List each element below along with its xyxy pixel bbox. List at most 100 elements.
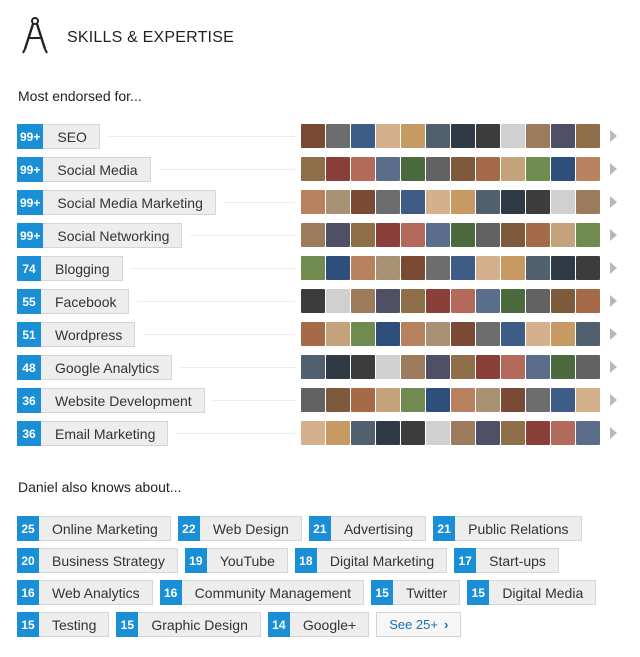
skill-pill[interactable]: 55 Facebook bbox=[17, 289, 130, 314]
endorser-avatar[interactable] bbox=[351, 289, 375, 313]
endorser-avatar[interactable] bbox=[401, 256, 425, 280]
endorser-avatar[interactable] bbox=[401, 289, 425, 313]
endorser-avatar[interactable] bbox=[526, 190, 550, 214]
endorser-avatar[interactable] bbox=[376, 355, 400, 379]
endorser-avatar[interactable] bbox=[326, 223, 350, 247]
endorser-avatar[interactable] bbox=[551, 256, 575, 280]
endorser-avatar[interactable] bbox=[451, 421, 475, 445]
endorser-avatar[interactable] bbox=[451, 256, 475, 280]
endorser-avatar[interactable] bbox=[526, 322, 550, 346]
skill-tag[interactable]: 21 Advertising bbox=[308, 516, 427, 541]
endorser-avatar[interactable] bbox=[376, 388, 400, 412]
endorser-avatar[interactable] bbox=[376, 421, 400, 445]
endorser-avatar[interactable] bbox=[326, 256, 350, 280]
endorser-avatar[interactable] bbox=[476, 190, 500, 214]
skill-tag[interactable]: 16 Community Management bbox=[159, 580, 365, 605]
endorser-avatar[interactable] bbox=[426, 388, 450, 412]
skill-tag[interactable]: 25 Online Marketing bbox=[17, 516, 171, 541]
skill-pill[interactable]: 99+ Social Media bbox=[17, 157, 151, 182]
endorser-avatar[interactable] bbox=[501, 388, 525, 412]
endorser-avatar[interactable] bbox=[476, 223, 500, 247]
endorser-avatar[interactable] bbox=[301, 289, 325, 313]
endorser-avatar[interactable] bbox=[351, 124, 375, 148]
endorser-avatar[interactable] bbox=[301, 322, 325, 346]
skill-pill[interactable]: 99+ Social Media Marketing bbox=[17, 190, 216, 215]
skill-pill[interactable]: 36 Email Marketing bbox=[17, 421, 169, 446]
endorser-avatar[interactable] bbox=[526, 124, 550, 148]
endorser-avatar[interactable] bbox=[401, 190, 425, 214]
endorser-avatar[interactable] bbox=[351, 157, 375, 181]
endorser-avatar[interactable] bbox=[401, 322, 425, 346]
endorser-avatar[interactable] bbox=[401, 355, 425, 379]
endorser-avatar[interactable] bbox=[326, 124, 350, 148]
endorser-avatar[interactable] bbox=[526, 421, 550, 445]
expand-arrow-icon[interactable] bbox=[610, 262, 617, 274]
endorser-avatar[interactable] bbox=[576, 421, 600, 445]
endorser-avatar[interactable] bbox=[476, 256, 500, 280]
skill-pill[interactable]: 99+ SEO bbox=[17, 124, 100, 149]
endorser-avatar[interactable] bbox=[376, 256, 400, 280]
endorser-avatar[interactable] bbox=[426, 124, 450, 148]
skill-pill[interactable]: 51 Wordpress bbox=[17, 322, 136, 347]
endorser-avatar[interactable] bbox=[501, 157, 525, 181]
skill-tag[interactable]: 22 Web Design bbox=[177, 516, 302, 541]
endorser-avatar[interactable] bbox=[501, 355, 525, 379]
skill-tag[interactable]: 16 Web Analytics bbox=[17, 580, 153, 605]
endorser-avatar[interactable] bbox=[501, 421, 525, 445]
endorser-avatar[interactable] bbox=[476, 388, 500, 412]
expand-arrow-icon[interactable] bbox=[610, 295, 617, 307]
skill-tag[interactable]: 20 Business Strategy bbox=[17, 548, 178, 573]
endorser-avatar[interactable] bbox=[351, 190, 375, 214]
endorser-avatar[interactable] bbox=[451, 190, 475, 214]
endorser-avatar[interactable] bbox=[526, 289, 550, 313]
expand-arrow-icon[interactable] bbox=[610, 361, 617, 373]
endorser-avatar[interactable] bbox=[501, 322, 525, 346]
expand-arrow-icon[interactable] bbox=[610, 196, 617, 208]
endorser-avatar[interactable] bbox=[576, 289, 600, 313]
endorser-avatar[interactable] bbox=[576, 124, 600, 148]
endorser-avatar[interactable] bbox=[551, 388, 575, 412]
expand-arrow-icon[interactable] bbox=[610, 328, 617, 340]
endorser-avatar[interactable] bbox=[451, 289, 475, 313]
skill-pill[interactable]: 74 Blogging bbox=[17, 256, 123, 281]
endorser-avatar[interactable] bbox=[326, 421, 350, 445]
endorser-avatar[interactable] bbox=[326, 322, 350, 346]
endorser-avatar[interactable] bbox=[351, 421, 375, 445]
endorser-avatar[interactable] bbox=[401, 157, 425, 181]
endorser-avatar[interactable] bbox=[451, 388, 475, 412]
endorser-avatar[interactable] bbox=[576, 223, 600, 247]
endorser-avatar[interactable] bbox=[376, 124, 400, 148]
endorser-avatar[interactable] bbox=[576, 190, 600, 214]
see-more-button[interactable]: See 25+ › bbox=[376, 612, 462, 637]
endorser-avatar[interactable] bbox=[301, 388, 325, 412]
endorser-avatar[interactable] bbox=[301, 223, 325, 247]
endorser-avatar[interactable] bbox=[376, 223, 400, 247]
endorser-avatar[interactable] bbox=[376, 157, 400, 181]
endorser-avatar[interactable] bbox=[576, 256, 600, 280]
endorser-avatar[interactable] bbox=[476, 289, 500, 313]
endorser-avatar[interactable] bbox=[551, 355, 575, 379]
skill-tag[interactable]: 18 Digital Marketing bbox=[294, 548, 448, 573]
expand-arrow-icon[interactable] bbox=[610, 130, 617, 142]
endorser-avatar[interactable] bbox=[401, 124, 425, 148]
endorser-avatar[interactable] bbox=[526, 223, 550, 247]
skill-tag[interactable]: 19 YouTube bbox=[184, 548, 288, 573]
endorser-avatar[interactable] bbox=[526, 355, 550, 379]
endorser-avatar[interactable] bbox=[376, 190, 400, 214]
skill-tag[interactable]: 15 Testing bbox=[17, 612, 110, 637]
endorser-avatar[interactable] bbox=[426, 190, 450, 214]
endorser-avatar[interactable] bbox=[451, 223, 475, 247]
endorser-avatar[interactable] bbox=[576, 388, 600, 412]
endorser-avatar[interactable] bbox=[501, 124, 525, 148]
endorser-avatar[interactable] bbox=[326, 289, 350, 313]
endorser-avatar[interactable] bbox=[351, 223, 375, 247]
endorser-avatar[interactable] bbox=[526, 157, 550, 181]
skill-tag[interactable]: 15 Graphic Design bbox=[116, 612, 261, 637]
endorser-avatar[interactable] bbox=[551, 223, 575, 247]
endorser-avatar[interactable] bbox=[501, 289, 525, 313]
skill-tag[interactable]: 15 Digital Media bbox=[467, 580, 597, 605]
endorser-avatar[interactable] bbox=[426, 256, 450, 280]
endorser-avatar[interactable] bbox=[301, 157, 325, 181]
endorser-avatar[interactable] bbox=[551, 190, 575, 214]
endorser-avatar[interactable] bbox=[401, 223, 425, 247]
